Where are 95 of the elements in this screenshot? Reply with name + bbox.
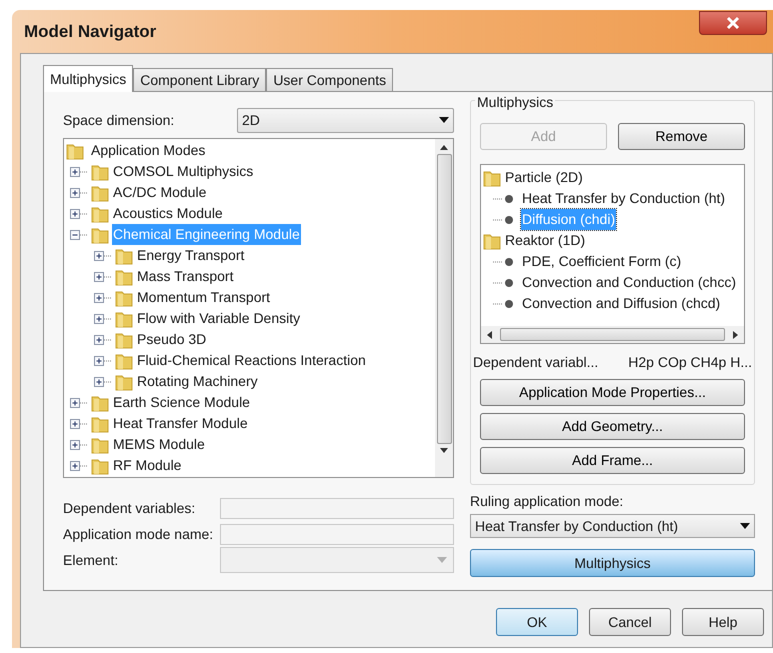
field-label: Ruling application mode:	[470, 492, 624, 511]
expand-icon[interactable]	[70, 418, 88, 430]
ruling-mode-dropdown[interactable]: Heat Transfer by Conduction (ht)	[470, 514, 755, 538]
expand-icon[interactable]	[70, 186, 88, 198]
tree-item[interactable]: Rotating Machinery	[136, 371, 259, 392]
scroll-up-icon[interactable]	[440, 145, 448, 150]
folder-icon	[91, 184, 109, 202]
list-item[interactable]: Heat Transfer by Conduction (ht)	[521, 188, 726, 209]
multiphysics-button[interactable]: Multiphysics	[470, 549, 755, 577]
list-item[interactable]: Reaktor (1D)	[505, 230, 586, 251]
dialog-button[interactable]: OK	[496, 608, 578, 636]
close-icon	[726, 16, 740, 30]
scroll-down-icon[interactable]	[440, 448, 448, 453]
bullet-icon	[493, 214, 515, 224]
list-item[interactable]: Particle (2D)	[505, 167, 583, 188]
expand-icon[interactable]	[70, 438, 88, 450]
input-field[interactable]	[220, 524, 454, 544]
folder-icon	[91, 456, 109, 474]
input-field[interactable]	[220, 498, 454, 518]
space-dimension-dropdown[interactable]: 2D	[237, 108, 454, 132]
list-item[interactable]: Convection and Diffusion (chcd)	[521, 293, 722, 314]
dialog-button[interactable]: Cancel	[589, 608, 671, 636]
dropdown-arrow-icon	[437, 557, 447, 563]
tree-item[interactable]: Pseudo 3D	[136, 329, 208, 350]
dropdown-arrow-icon	[439, 117, 449, 123]
expand-icon[interactable]	[94, 376, 112, 388]
field-label: Space dimension:	[63, 110, 176, 130]
tree-item[interactable]: COMSOL Multiphysics	[112, 161, 254, 182]
action-button[interactable]: Add Frame...	[480, 447, 745, 474]
expand-icon[interactable]	[94, 354, 112, 366]
folder-icon	[115, 268, 133, 286]
tree-item[interactable]: Flow with Variable Density	[136, 308, 302, 329]
action-button[interactable]: Application Mode Properties...	[480, 379, 745, 406]
tree-item[interactable]: Application Modes	[91, 140, 206, 161]
close-button[interactable]	[699, 10, 767, 34]
bullet-icon	[493, 298, 515, 308]
tree-item[interactable]: RF Module	[112, 455, 182, 476]
field-label: Dependent variabl...	[473, 353, 598, 372]
remove-button[interactable]: Remove	[618, 123, 745, 150]
window-title: Model Navigator	[24, 20, 156, 43]
action-button[interactable]: Add Geometry...	[480, 413, 745, 440]
folder-icon	[115, 330, 133, 348]
folder-icon	[91, 162, 109, 180]
tree-item[interactable]: Heat Transfer Module	[112, 413, 249, 434]
folder-icon	[91, 436, 109, 454]
list-item[interactable]: Convection and Conduction (chcc)	[521, 272, 738, 293]
folder-icon	[91, 414, 109, 432]
folder-icon	[91, 204, 109, 222]
tree-item[interactable]: Energy Transport	[136, 245, 246, 266]
scroll-right-icon[interactable]	[733, 330, 738, 338]
folder-icon	[91, 226, 109, 244]
tree-item[interactable]: Acoustics Module	[112, 203, 224, 224]
scroll-left-icon[interactable]	[487, 330, 492, 338]
tab[interactable]: User Components	[266, 68, 394, 91]
vertical-scrollbar[interactable]	[435, 139, 453, 477]
expand-icon[interactable]	[94, 250, 112, 262]
dropdown-arrow-icon	[740, 523, 750, 529]
expand-icon[interactable]	[94, 292, 112, 304]
tree-item[interactable]: Momentum Transport	[136, 287, 272, 308]
tree-item[interactable]: Fluid-Chemical Reactions Interaction	[136, 350, 367, 371]
expand-icon[interactable]	[94, 312, 112, 324]
folder-icon	[115, 352, 133, 370]
bullet-icon	[493, 194, 515, 204]
scrollbar-thumb[interactable]	[436, 154, 452, 444]
expand-icon[interactable]	[70, 460, 88, 472]
folder-icon	[91, 394, 109, 412]
expand-icon[interactable]	[70, 208, 88, 220]
horizontal-scrollbar[interactable]	[481, 326, 744, 343]
expand-icon[interactable]	[70, 166, 88, 178]
scrollbar-thumb[interactable]	[500, 328, 725, 341]
tree-item[interactable]: AC/DC Module	[112, 182, 208, 203]
field-value: H2p COp CH4p H...	[628, 353, 752, 372]
folder-icon	[483, 168, 501, 186]
folder-icon	[115, 310, 133, 328]
tree-item[interactable]: Earth Science Module	[112, 392, 251, 413]
tab[interactable]: Multiphysics	[43, 65, 134, 92]
expand-icon[interactable]	[94, 334, 112, 346]
dialog-button[interactable]: Help	[682, 608, 764, 636]
expand-icon[interactable]	[70, 396, 88, 408]
bullet-icon	[493, 278, 515, 288]
folder-icon	[115, 372, 133, 390]
collapse-icon[interactable]	[70, 228, 88, 240]
folder-icon	[115, 288, 133, 306]
tree-item[interactable]: MEMS Module	[112, 434, 206, 455]
folder-icon	[115, 246, 133, 264]
field-label: Application mode name:	[63, 524, 214, 544]
field-label: Element:	[63, 550, 120, 570]
expand-icon[interactable]	[94, 270, 112, 282]
bullet-icon	[493, 256, 515, 266]
folder-icon	[483, 232, 501, 250]
field-label: Dependent variables:	[63, 498, 196, 518]
tab[interactable]: Component Library	[133, 68, 266, 91]
list-item[interactable]: PDE, Coefficient Form (c)	[521, 251, 682, 272]
tree-item[interactable]: Mass Transport	[136, 266, 234, 287]
folder-icon	[66, 142, 84, 160]
